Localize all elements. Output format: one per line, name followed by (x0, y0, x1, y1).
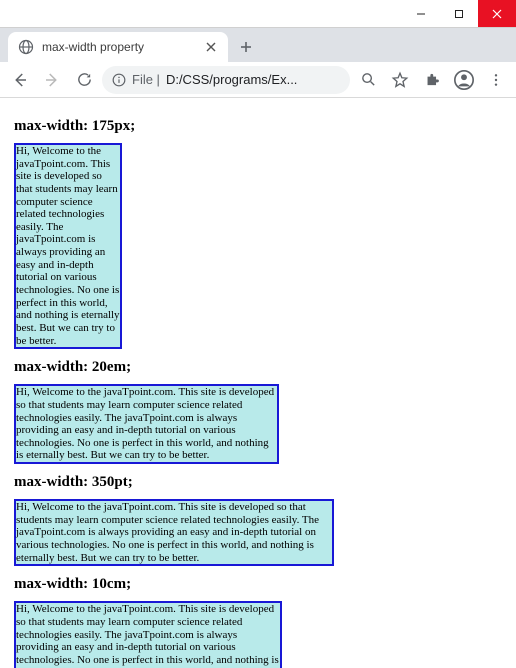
demo-box-20em: Hi, Welcome to the javaTpoint.com. This … (14, 384, 279, 464)
file-info-icon (112, 73, 126, 87)
bookmark-button[interactable] (386, 66, 414, 94)
heading-3: max-width: 350pt; (14, 474, 502, 491)
window-maximize-button[interactable] (440, 0, 478, 27)
tab-strip: max-width property (0, 28, 516, 62)
window-close-button[interactable] (478, 0, 516, 27)
address-bar[interactable]: File | D:/CSS/programs/Ex... (102, 66, 350, 94)
heading-1: max-width: 175px; (14, 118, 502, 135)
close-icon (492, 9, 502, 19)
arrow-right-icon (43, 71, 61, 89)
window-minimize-button[interactable] (402, 0, 440, 27)
browser-toolbar: File | D:/CSS/programs/Ex... (0, 62, 516, 98)
plus-icon (239, 40, 253, 54)
demo-box-350pt: Hi, Welcome to the javaTpoint.com. This … (14, 499, 334, 566)
minimize-icon (416, 9, 426, 19)
zoom-button[interactable] (354, 66, 382, 94)
maximize-icon (454, 9, 464, 19)
star-icon (391, 71, 409, 89)
reload-icon (76, 71, 93, 88)
heading-2: max-width: 20em; (14, 359, 502, 376)
heading-4: max-width: 10cm; (14, 576, 502, 593)
forward-button[interactable] (38, 66, 66, 94)
kebab-icon (488, 72, 504, 88)
puzzle-icon (424, 71, 441, 88)
tab-title: max-width property (42, 40, 196, 54)
demo-box-175px: Hi, Welcome to the javaTpoint.com. This … (14, 143, 122, 349)
url-path: D:/CSS/programs/Ex... (166, 72, 297, 87)
new-tab-button[interactable] (232, 33, 260, 61)
extensions-button[interactable] (418, 66, 446, 94)
page-content: max-width: 175px; Hi, Welcome to the jav… (0, 98, 516, 668)
arrow-left-icon (11, 71, 29, 89)
reload-button[interactable] (70, 66, 98, 94)
window-titlebar (0, 0, 516, 28)
back-button[interactable] (6, 66, 34, 94)
magnifier-icon (360, 71, 377, 88)
tab-close-icon[interactable] (204, 40, 218, 54)
globe-icon (18, 39, 34, 55)
menu-button[interactable] (482, 66, 510, 94)
profile-button[interactable] (450, 66, 478, 94)
demo-box-10cm: Hi, Welcome to the javaTpoint.com. This … (14, 601, 282, 668)
url-scheme: File | (132, 72, 160, 87)
profile-icon (453, 69, 475, 91)
browser-tab[interactable]: max-width property (8, 32, 228, 62)
page-viewport[interactable]: max-width: 175px; Hi, Welcome to the jav… (0, 98, 516, 668)
